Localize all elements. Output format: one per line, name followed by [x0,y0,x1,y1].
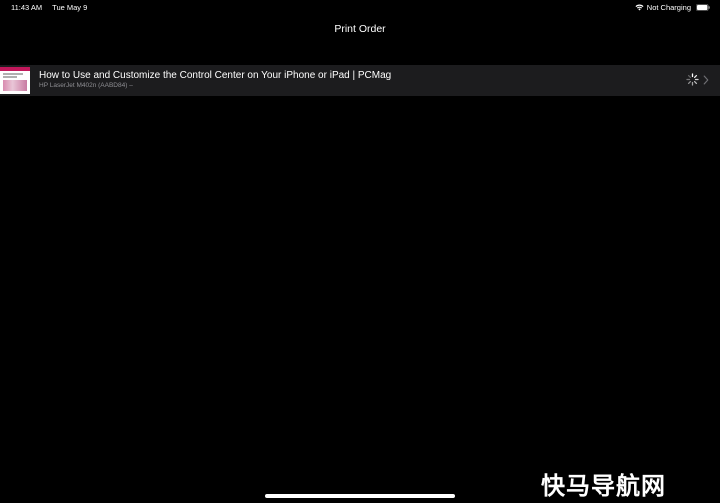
status-right: Not Charging [635,3,710,12]
status-bar: 11:43 AM Tue May 9 Not Charging [0,0,720,14]
chevron-right-icon [703,75,709,85]
print-job-title: How to Use and Customize the Control Cen… [39,70,392,81]
status-date: Tue May 9 [52,3,88,12]
print-job-text: How to Use and Customize the Control Cen… [39,70,391,89]
charging-status: Not Charging [646,3,691,12]
watermark-logo: 快马导航网 [541,472,666,500]
print-job-printer: HP LaserJet M402n (AABD84) – [39,82,133,89]
spinner-icon [686,73,699,86]
page-title: Print Order [334,23,386,35]
home-indicator[interactable] [265,494,455,498]
status-left: 11:43 AM Tue May 9 [11,3,87,12]
thumbnail-text-line [3,76,17,78]
document-thumbnail [0,67,30,94]
thumbnail-image [3,80,27,91]
wifi-icon [635,4,644,11]
print-job-row[interactable]: How to Use and Customize the Control Cen… [0,65,720,96]
thumbnail-header-bar [0,67,30,71]
thumbnail-text-line [3,73,23,75]
battery-icon [696,4,710,11]
status-time: 11:43 AM [11,3,43,12]
